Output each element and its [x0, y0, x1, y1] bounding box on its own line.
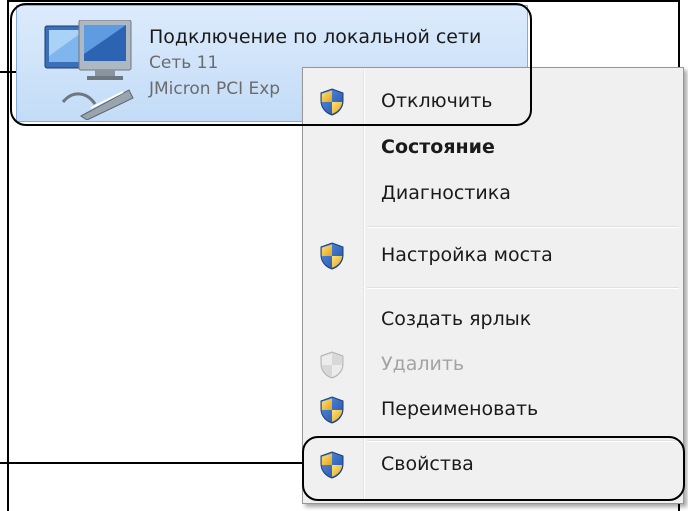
menu-item-create-shortcut[interactable]: Создать ярлык: [305, 294, 681, 344]
menu-item-bridge[interactable]: Настройка моста: [305, 230, 681, 280]
menu-item-diagnostics[interactable]: Диагностика: [305, 168, 681, 218]
menu-item-label: Переименовать: [381, 398, 539, 420]
menu-item-label: Настройка моста: [381, 244, 553, 266]
menu-item-label: Состояние: [381, 136, 495, 158]
uac-shield-disabled-icon: [318, 351, 346, 379]
menu-item-rename[interactable]: Переименовать: [305, 384, 681, 434]
callout-highlight-properties: [302, 436, 685, 501]
menu-item-label: Удалить: [381, 353, 465, 375]
uac-shield-icon: [318, 396, 346, 424]
menu-item-delete[interactable]: Удалить: [305, 339, 681, 389]
menu-item-label: Создать ярлык: [381, 308, 532, 330]
menu-item-status[interactable]: Состояние: [305, 122, 681, 172]
menu-item-label: Диагностика: [381, 182, 511, 204]
menu-separator: [367, 226, 679, 228]
uac-shield-icon: [318, 242, 346, 270]
callout-highlight-adapter: [10, 3, 532, 126]
callout-line-properties: [0, 462, 302, 464]
menu-separator: [367, 287, 679, 289]
